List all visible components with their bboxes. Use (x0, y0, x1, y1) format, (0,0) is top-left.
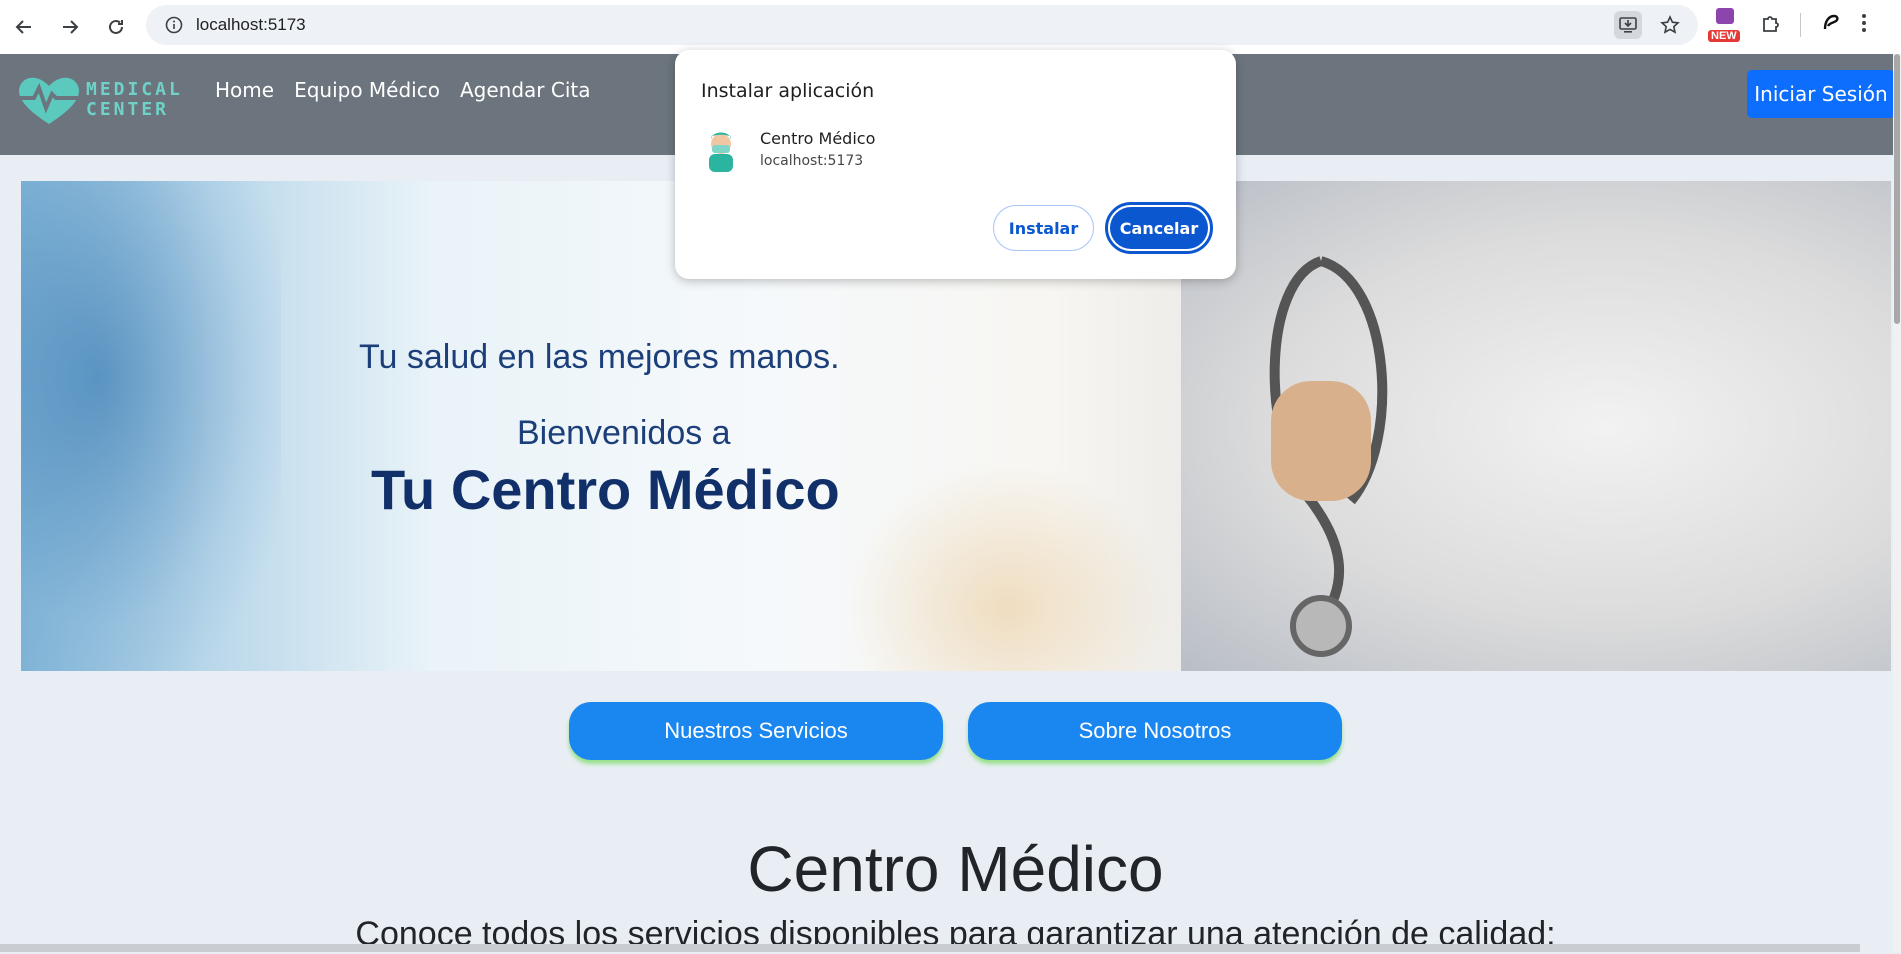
dialog-app-name: Centro Médico (760, 129, 876, 148)
back-button[interactable] (2, 5, 46, 49)
browser-menu-icon[interactable] (1861, 12, 1867, 39)
extensions-area: NEW (1708, 8, 1867, 42)
hero-actions: Nuestros Servicios Sobre Nosotros (569, 702, 1342, 760)
install-button[interactable]: Instalar (993, 205, 1094, 251)
hero-tagline: Tu salud en las mejores manos. (359, 338, 840, 376)
hero-title: Tu Centro Médico (371, 458, 840, 521)
dialog-title: Instalar aplicación (701, 80, 875, 102)
medical-center-logo[interactable]: MEDICAL CENTER (14, 72, 183, 128)
page-scrollbar[interactable] (1893, 54, 1901, 952)
about-button[interactable]: Sobre Nosotros (968, 702, 1342, 760)
cancel-button[interactable]: Cancelar (1105, 202, 1213, 254)
section-title: Centro Médico (747, 833, 1164, 905)
toolbar-separator (1800, 13, 1801, 37)
hero-blur-warm (841, 461, 1171, 671)
logo-text: MEDICAL CENTER (86, 80, 183, 120)
dialog-app-url: localhost:5173 (760, 153, 864, 169)
cancel-button-label: Cancelar (1110, 207, 1208, 249)
browser-toolbar: localhost:5173 NEW (0, 0, 1901, 54)
puzzle-extensions-icon[interactable] (1760, 12, 1782, 39)
url-text: localhost:5173 (196, 15, 306, 34)
nav-equipo-medico[interactable]: Equipo Médico (294, 78, 440, 102)
nav-links: Home Equipo Médico Agendar Cita (215, 78, 590, 102)
services-button[interactable]: Nuestros Servicios (569, 702, 943, 760)
install-app-dialog: Instalar aplicación Centro Médico localh… (675, 50, 1236, 279)
nav-home[interactable]: Home (215, 78, 274, 102)
scrollbar-thumb[interactable] (1894, 54, 1900, 324)
install-app-icon[interactable] (1614, 11, 1642, 39)
back-arrow-icon (15, 20, 31, 34)
profile-extension-icon[interactable] (1819, 11, 1843, 40)
site-info-icon[interactable] (156, 16, 192, 34)
reload-button[interactable] (94, 5, 138, 49)
hero-blur-left (21, 181, 281, 671)
reload-icon (109, 19, 123, 34)
new-badge: NEW (1708, 30, 1740, 42)
hero-welcome: Bienvenidos a (517, 414, 731, 452)
heart-pulse-icon (16, 77, 82, 124)
horizontal-scrollbar[interactable] (0, 944, 1860, 952)
address-bar[interactable]: localhost:5173 (146, 5, 1698, 45)
stethoscope-icon (1269, 256, 1388, 657)
gift-extension-icon[interactable]: NEW (1708, 8, 1742, 42)
doctor-avatar-icon (709, 132, 733, 172)
login-button[interactable]: Iniciar Sesión (1747, 70, 1895, 118)
forward-arrow-icon (63, 20, 79, 34)
logo-line-1: MEDICAL (86, 79, 183, 100)
nav-agendar-cita[interactable]: Agendar Cita (460, 78, 591, 102)
logo-line-2: CENTER (86, 99, 170, 120)
forward-button[interactable] (48, 5, 92, 49)
bookmark-star-icon[interactable] (1656, 11, 1684, 39)
